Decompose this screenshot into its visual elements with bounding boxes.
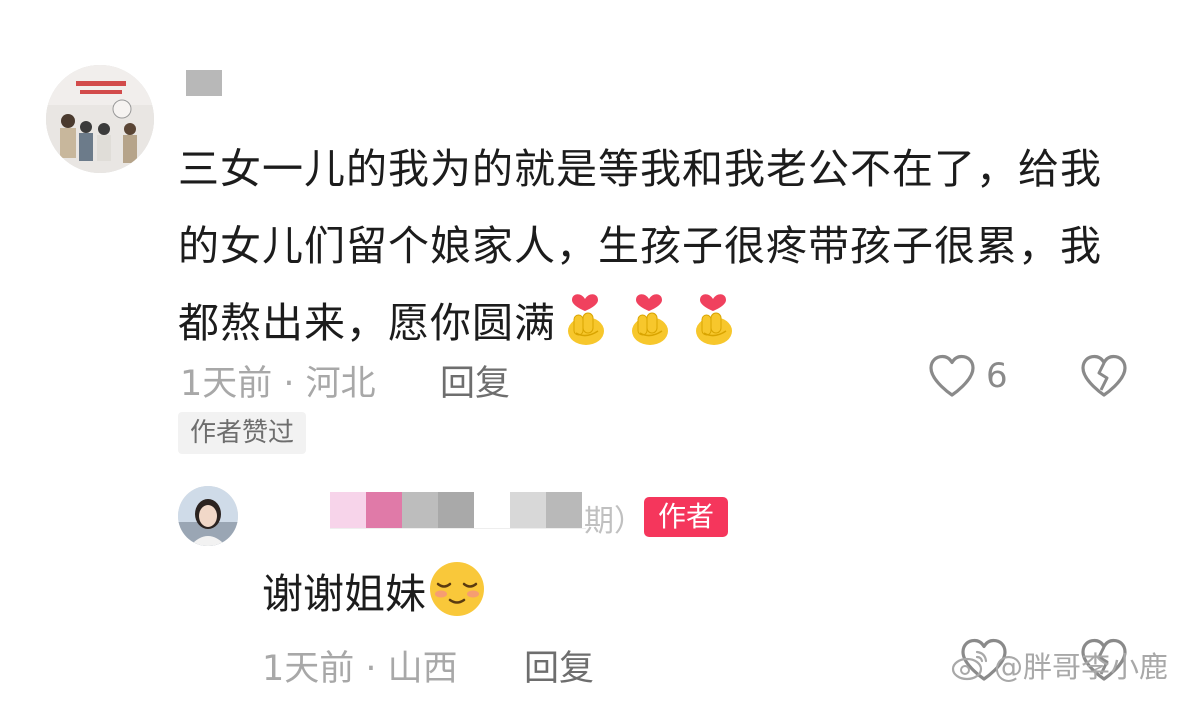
commenter-avatar[interactable] <box>46 65 154 173</box>
commenter-username-redacted <box>186 70 222 96</box>
author-username-redacted <box>330 492 586 529</box>
smiling-emoji-icon <box>430 562 484 616</box>
author-badge: 作者 <box>644 497 728 537</box>
reply-time-location: 1天前 · 山西 <box>262 649 458 689</box>
weibo-watermark: @胖哥李小鹿 <box>950 644 1168 686</box>
heart-hand-emoji-icon <box>696 294 732 345</box>
reply-text: 谢谢姐妹 <box>262 560 486 624</box>
heart-hand-emoji-icon <box>632 294 668 345</box>
comment-like-count: 6 <box>986 356 1008 396</box>
comment-text: 三女一儿的我为的就是等我和我老公不在了，给我的女儿们留个娘家人，生孩子很疼带孩子… <box>178 131 1138 362</box>
comment-reply-button[interactable]: 回复 <box>440 355 510 406</box>
dislike-broken-heart-icon[interactable] <box>1080 354 1128 398</box>
comment-time-location: 1天前 · 河北 <box>180 364 376 404</box>
watermark-text: @胖哥李小鹿 <box>993 650 1168 684</box>
reply-text-content: 谢谢姐妹 <box>262 570 426 618</box>
heart-hand-emoji-icon <box>568 294 604 345</box>
author-name-suffix: 期） <box>584 504 644 539</box>
weibo-logo-icon <box>951 650 988 681</box>
author-avatar[interactable] <box>178 486 238 546</box>
author-liked-badge: 作者赞过 <box>178 412 307 454</box>
reply-reply-button[interactable]: 回复 <box>524 640 594 691</box>
like-heart-icon[interactable] <box>928 354 976 398</box>
